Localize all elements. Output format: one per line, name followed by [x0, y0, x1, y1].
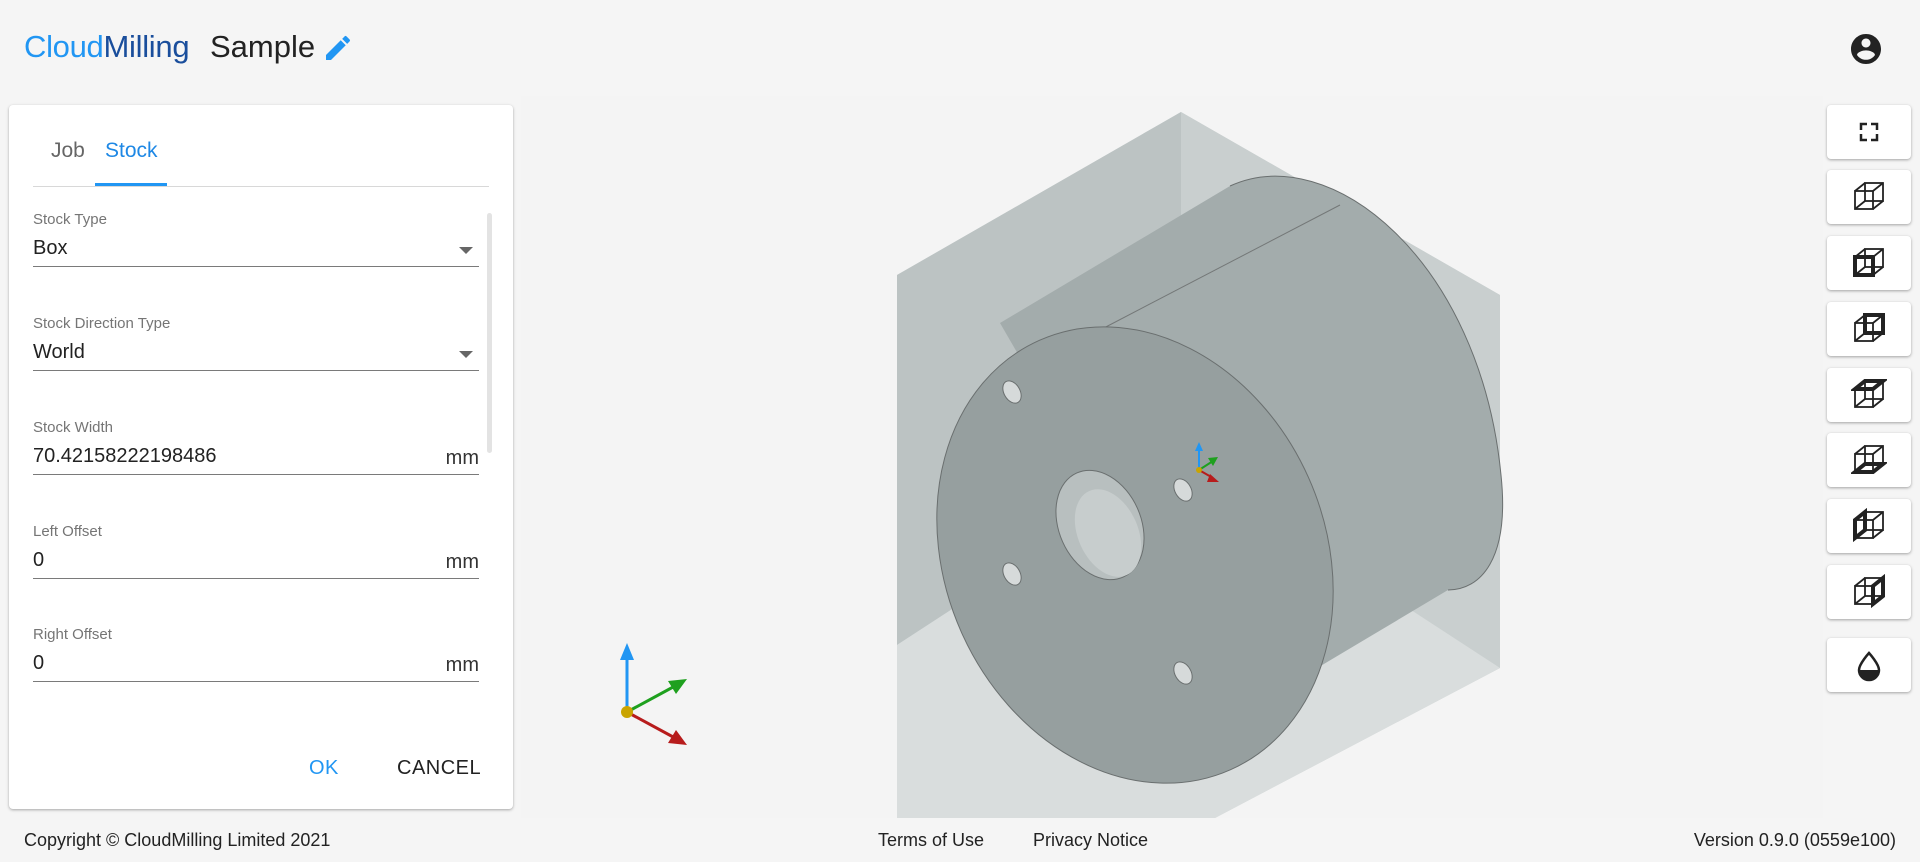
view-right-button[interactable] — [1827, 565, 1911, 619]
chevron-down-icon — [459, 247, 473, 254]
right-offset-unit: mm — [445, 654, 479, 676]
terms-of-use-link[interactable]: Terms of Use — [878, 830, 984, 851]
copyright-text: Copyright © CloudMilling Limited 2021 — [24, 830, 331, 850]
right-offset-label: Right Offset — [33, 626, 112, 643]
ok-button[interactable]: OK — [309, 757, 339, 780]
fullscreen-button[interactable] — [1827, 105, 1911, 159]
view-left-cube-icon — [1853, 508, 1884, 543]
left-offset-unit: mm — [445, 551, 479, 573]
view-left-button[interactable] — [1827, 499, 1911, 553]
cancel-button[interactable]: CANCEL — [397, 757, 481, 780]
brand-milling: Milling — [103, 29, 190, 64]
view-top-button[interactable] — [1827, 368, 1911, 422]
shading-button[interactable] — [1827, 638, 1911, 692]
tab-stock[interactable]: Stock — [105, 139, 158, 163]
view-back-cube-icon — [1854, 313, 1885, 342]
fullscreen-icon — [1859, 122, 1879, 142]
brand-cloud: Cloud — [24, 29, 104, 64]
panel-tabs: Job Stock — [33, 105, 489, 187]
stock-direction-select[interactable]: Stock Direction Type World — [33, 315, 479, 371]
project-title: Sample — [210, 29, 316, 64]
left-offset-label: Left Offset — [33, 523, 102, 540]
left-offset-value: 0 — [33, 549, 45, 571]
account-circle-icon[interactable] — [1848, 31, 1884, 67]
view-top-cube-icon — [1851, 379, 1887, 408]
view-bottom-cube-icon — [1851, 445, 1887, 474]
viewport-canvas[interactable] — [521, 96, 1823, 818]
view-front-cube-icon — [1853, 248, 1884, 277]
stock-width-label: Stock Width — [33, 419, 114, 436]
right-offset-value: 0 — [33, 652, 45, 674]
pencil-icon[interactable] — [322, 32, 354, 64]
view-back-button[interactable] — [1827, 302, 1911, 356]
view-iso-cube-icon — [1854, 182, 1884, 210]
stock-width-unit: mm — [445, 447, 479, 469]
brand-logo[interactable]: CloudMilling — [24, 29, 190, 65]
right-offset-input[interactable]: Right Offset 0 mm — [33, 626, 479, 682]
tab-job[interactable]: Job — [51, 139, 85, 163]
stock-width-input[interactable]: Stock Width 70.42158222198486 mm — [33, 419, 479, 475]
panel-scrollbar[interactable] — [487, 213, 492, 453]
view-right-cube-icon — [1854, 574, 1885, 609]
3d-viewport[interactable] — [521, 96, 1823, 818]
stock-settings-panel: Job Stock Stock Type Box Stock Direction… — [9, 105, 513, 809]
stock-type-label: Stock Type — [33, 211, 107, 228]
privacy-notice-link[interactable]: Privacy Notice — [1033, 830, 1148, 851]
view-bottom-button[interactable] — [1827, 433, 1911, 487]
left-offset-input[interactable]: Left Offset 0 mm — [33, 523, 479, 579]
stock-direction-value: World — [33, 341, 85, 363]
active-tab-indicator — [95, 183, 167, 186]
version-text: Version 0.9.0 (0559e100) — [1693, 830, 1896, 850]
stock-direction-label: Stock Direction Type — [33, 315, 171, 332]
app-footer: Copyright © CloudMilling Limited 2021 Te… — [0, 818, 1920, 862]
stock-type-select[interactable]: Stock Type Box — [33, 211, 479, 267]
stock-width-value: 70.42158222198486 — [33, 445, 217, 467]
view-front-button[interactable] — [1827, 236, 1911, 290]
stock-type-value: Box — [33, 237, 68, 259]
app-header: CloudMilling Sample — [0, 0, 1920, 96]
view-iso-button[interactable] — [1827, 170, 1911, 224]
shading-droplet-icon — [1857, 651, 1881, 682]
chevron-down-icon — [459, 351, 473, 358]
